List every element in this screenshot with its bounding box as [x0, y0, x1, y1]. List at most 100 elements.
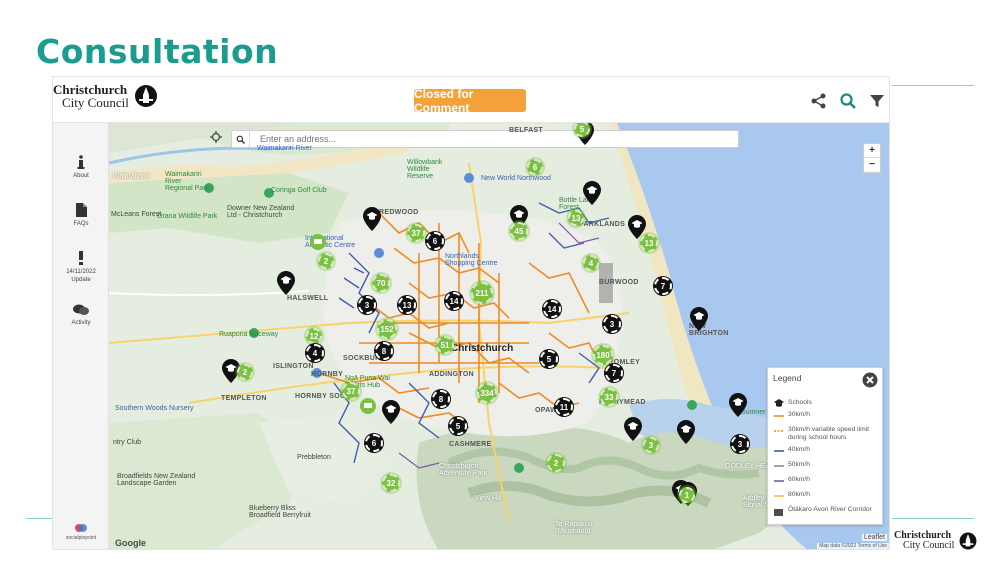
submission-cluster[interactable]: 37	[407, 224, 425, 242]
submission-cluster[interactable]: 2	[547, 454, 565, 472]
footer-brand-text: Christchurch City Council	[894, 531, 954, 551]
submission-cluster[interactable]: 3	[358, 296, 376, 314]
leaflet-attribution[interactable]: Leaflet	[861, 534, 887, 541]
submission-cluster[interactable]: 51	[436, 336, 454, 354]
footer-brand-line-2: City Council	[903, 540, 955, 551]
social-pinpoint-logo-icon	[75, 524, 87, 532]
submission-cluster[interactable]: 37	[342, 382, 360, 400]
document-icon	[75, 203, 87, 217]
school-pin-icon[interactable]	[277, 271, 295, 295]
submission-cluster[interactable]: 7	[605, 364, 623, 382]
map-label-te-raupaki: Te Rapaki o Rākaihautū	[555, 521, 592, 535]
submission-cluster[interactable]: 5	[449, 417, 467, 435]
title-rule-right	[892, 85, 974, 86]
map-label-coringa: Coringa Golf Club	[271, 187, 327, 194]
zoom-out-button[interactable]: −	[864, 158, 880, 172]
map-label-view-hill: View Hill	[475, 495, 502, 502]
submission-cluster[interactable]: 3	[731, 435, 749, 453]
school-pin-icon[interactable]	[690, 307, 708, 331]
map-label-parklands: PARKLANDS	[579, 221, 626, 228]
submission-cluster[interactable]: 6	[426, 232, 444, 250]
submission-cluster[interactable]: 6	[527, 159, 543, 175]
school-pin-icon[interactable]	[382, 400, 400, 424]
submission-cluster[interactable]: 180	[593, 345, 613, 365]
school-pin-icon[interactable]	[624, 417, 642, 441]
map-label-downer: Downer New Zealand Ltd - Christchurch	[227, 205, 295, 219]
submission-cluster[interactable]: 152	[377, 319, 397, 339]
legend-symbol	[774, 430, 784, 432]
legend-item-label: 30km/h	[788, 411, 810, 418]
submission-cluster[interactable]: 12	[306, 328, 322, 344]
sidebar-item-label: Activity	[71, 320, 91, 326]
submission-cluster[interactable]: 70	[372, 274, 390, 292]
map-view[interactable]: + − Waimakariri Waimakariri River Waimakar…	[109, 123, 889, 549]
legend-symbol	[774, 495, 784, 497]
status-badge[interactable]: Closed for Comment	[414, 87, 526, 115]
filter-icon[interactable]	[868, 92, 886, 110]
map-label-hornby: HORNBY	[311, 371, 344, 378]
school-pin-icon[interactable]	[583, 181, 601, 205]
map-label-islington: ISLINGTON	[273, 363, 314, 370]
chat-icon	[73, 304, 89, 315]
map-label-southern-woods: Southern Woods Nursery	[115, 405, 194, 412]
share-icon[interactable]	[810, 92, 828, 110]
submission-cluster[interactable]: 13	[640, 234, 658, 252]
map-label-mcleans-forest: McLeans Forest	[111, 211, 162, 218]
submission-cluster[interactable]: 13	[398, 296, 416, 314]
school-pin-icon[interactable]	[363, 207, 381, 231]
map-label-addington: ADDINGTON	[429, 371, 474, 378]
submission-cluster[interactable]: 2	[237, 364, 253, 380]
legend-item: 30km/h	[774, 411, 878, 422]
footer-rule-left	[26, 518, 52, 519]
map-label-new-world: New World Northwood	[481, 175, 551, 182]
school-pin-icon[interactable]	[729, 393, 747, 417]
submission-cluster[interactable]: 3	[643, 437, 659, 453]
legend-symbol	[774, 450, 784, 452]
submission-cluster[interactable]: 33	[600, 388, 618, 406]
submission-cluster[interactable]: 45	[510, 222, 528, 240]
submission-cluster[interactable]: 14	[445, 292, 463, 310]
locate-me-icon[interactable]	[210, 131, 222, 143]
submission-cluster[interactable]: 334	[477, 383, 497, 403]
submission-cluster[interactable]: 1	[679, 487, 695, 503]
school-pin-icon[interactable]	[677, 420, 695, 444]
school-icon	[774, 399, 784, 407]
sidebar-item-about[interactable]: About	[53, 155, 109, 180]
submission-cluster[interactable]: 3	[603, 315, 621, 333]
address-search-input[interactable]	[250, 132, 738, 146]
submission-cluster[interactable]: 11	[555, 398, 573, 416]
sidebar-item-faqs[interactable]: FAQs	[53, 203, 109, 228]
comment-pin-icon[interactable]	[310, 234, 326, 254]
sidebar-item-activity[interactable]: Activity	[53, 304, 109, 327]
side-rail: About FAQs 14/11/2022 Update Activity so…	[53, 123, 109, 549]
info-icon	[77, 155, 85, 169]
submission-cluster[interactable]: 2	[318, 253, 334, 269]
council-brand[interactable]: Christchurch City Council	[53, 83, 159, 109]
submission-cluster[interactable]: 5	[540, 350, 558, 368]
submission-cluster[interactable]: 14	[543, 300, 561, 318]
map-label-orana: Orana Wildlife Park	[157, 213, 218, 220]
search-icon[interactable]	[839, 92, 857, 110]
brand-text: Christchurch City Council	[53, 83, 129, 109]
close-icon[interactable]	[862, 372, 878, 388]
sidebar-item-label: About	[73, 173, 89, 179]
address-search-button[interactable]	[232, 131, 250, 147]
submission-cluster[interactable]: 8	[432, 390, 450, 408]
submission-cluster[interactable]: 211	[471, 282, 493, 304]
submission-cluster[interactable]: 6	[365, 434, 383, 452]
submission-cluster[interactable]: 4	[583, 255, 599, 271]
zoom-in-button[interactable]: +	[864, 144, 880, 158]
submission-cluster[interactable]: 13	[568, 210, 584, 226]
sidebar-item-update[interactable]: 14/11/2022 Update	[53, 251, 109, 284]
submission-cluster[interactable]: 4	[306, 344, 324, 362]
footer-rule-right	[892, 518, 974, 519]
social-pinpoint-label: socialpinpoint	[65, 535, 97, 541]
legend-item: 40km/h	[774, 446, 878, 457]
submission-cluster[interactable]: 32	[382, 474, 400, 492]
comment-pin-icon[interactable]	[360, 398, 376, 418]
legend-item: Ōtākaro Avon River Corridor	[774, 506, 878, 517]
search-icon	[236, 135, 245, 144]
submission-cluster[interactable]: 8	[375, 342, 393, 360]
submission-cluster[interactable]: 7	[654, 277, 672, 295]
map-data-attribution[interactable]: Map data ©2022 Terms of Use	[817, 543, 889, 549]
